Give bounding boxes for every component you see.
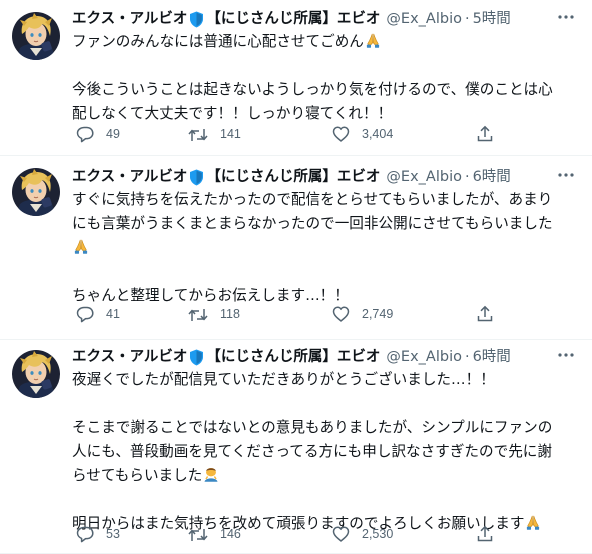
retweet-button[interactable]: 146 xyxy=(188,524,241,544)
affiliation-name[interactable]: 【にじさんじ所属】エビオ xyxy=(206,166,380,188)
more-options-button[interactable] xyxy=(556,9,576,29)
avatar[interactable] xyxy=(12,12,60,60)
display-name[interactable]: エクス・アルビオ xyxy=(72,346,187,368)
verified-shield-icon xyxy=(189,169,204,186)
tweet-text-line: 人にも、普段動画を見てくださってる方にも申し訳なさすぎたので先に謝 xyxy=(72,443,552,460)
avatar[interactable] xyxy=(12,168,60,216)
folded-hands-emoji xyxy=(72,237,90,255)
reply-count: 49 xyxy=(106,127,120,141)
retweet-button[interactable]: 141 xyxy=(188,124,241,144)
user-handle[interactable]: @Ex_Albio xyxy=(386,346,462,368)
tweet-timeline: エクス・アルビオ 【にじさんじ所属】エビオ @Ex_Albio · 5時間 ファ… xyxy=(0,0,592,554)
like-count: 3,404 xyxy=(362,127,394,141)
tweet-timestamp[interactable]: 6時間 xyxy=(473,166,511,188)
retweet-count: 141 xyxy=(220,127,241,141)
retweet-icon xyxy=(188,125,208,143)
user-handle[interactable]: @Ex_Albio xyxy=(386,166,462,188)
like-count: 2,530 xyxy=(362,527,394,541)
like-button[interactable]: 2,749 xyxy=(332,304,393,324)
tweet-text: 夜遅くでしたが配信見ていただきありがとうございました…！！ そこまで謝ることではな… xyxy=(72,368,584,536)
like-button[interactable]: 3,404 xyxy=(332,124,393,144)
more-options-icon xyxy=(557,346,575,368)
tweet-actions: 53 146 2,530 xyxy=(72,524,494,544)
avatar-image xyxy=(12,12,60,60)
tweet-text-line: 今後こういうことは起きないようしっかり気を付けるので、僕のことは心 xyxy=(72,81,553,98)
folded-hands-emoji xyxy=(524,513,542,531)
avatar[interactable] xyxy=(12,350,60,398)
verified-shield-icon xyxy=(189,11,204,28)
reply-icon xyxy=(76,525,94,543)
tweet[interactable]: エクス・アルビオ 【にじさんじ所属】エビオ @Ex_Albio · 6時間 夜遅… xyxy=(0,340,592,554)
like-heart-icon xyxy=(332,125,350,143)
reply-icon xyxy=(76,125,94,143)
tweet-header: エクス・アルビオ 【にじさんじ所属】エビオ @Ex_Albio · 6時間 xyxy=(72,346,552,368)
bowing-person-emoji xyxy=(202,465,220,483)
tweet-text-line: 配しなくて大丈夫です！！しっかり寝てくれ！！ xyxy=(72,105,393,122)
retweet-count: 118 xyxy=(220,307,240,321)
separator-dot: · xyxy=(464,11,470,27)
reply-count: 41 xyxy=(106,307,120,321)
display-name[interactable]: エクス・アルビオ xyxy=(72,8,187,30)
share-icon xyxy=(476,525,494,543)
tweet-header: エクス・アルビオ 【にじさんじ所属】エビオ @Ex_Albio · 6時間 xyxy=(72,166,552,188)
tweet-text-line xyxy=(72,236,584,260)
more-options-icon xyxy=(557,8,575,30)
share-button[interactable] xyxy=(476,304,494,324)
tweet[interactable]: エクス・アルビオ 【にじさんじ所属】エビオ @Ex_Albio · 5時間 ファ… xyxy=(0,0,592,156)
more-options-button[interactable] xyxy=(556,167,576,187)
share-button[interactable] xyxy=(476,524,494,544)
reply-icon xyxy=(76,305,94,323)
folded-hands-emoji xyxy=(364,31,382,49)
more-options-button[interactable] xyxy=(556,347,576,367)
tweet-text-line: ファンのみんなには普通に心配させてごめん xyxy=(72,30,584,54)
like-heart-icon xyxy=(332,305,350,323)
reply-button[interactable]: 49 xyxy=(76,124,120,144)
separator-dot: · xyxy=(464,349,470,365)
tweet-text-line: らせてもらいました xyxy=(72,464,584,488)
avatar-image xyxy=(12,350,60,398)
user-handle[interactable]: @Ex_Albio xyxy=(386,8,462,30)
retweet-button[interactable]: 118 xyxy=(188,304,240,324)
tweet-header: エクス・アルビオ 【にじさんじ所属】エビオ @Ex_Albio · 5時間 xyxy=(72,8,552,30)
separator-dot: · xyxy=(464,169,470,185)
verified-shield-icon xyxy=(189,349,204,366)
tweet-text-line: 夜遅くでしたが配信見ていただきありがとうございました…！！ xyxy=(72,371,495,388)
reply-count: 53 xyxy=(106,527,120,541)
avatar-image xyxy=(12,168,60,216)
tweet-text: すぐに気持ちを伝えたかったので配信をとらせてもらいましたが、あまり にも言葉がうま… xyxy=(72,188,584,308)
more-options-icon xyxy=(557,166,575,188)
tweet-timestamp[interactable]: 6時間 xyxy=(473,346,511,368)
tweet-text-line: そこまで謝ることではないとの意見もありましたが、シンプルにファンの xyxy=(72,419,553,436)
tweet-text-line: にも言葉がうまくまとまらなかったので一回非公開にさせてもらいました xyxy=(72,215,553,232)
affiliation-name[interactable]: 【にじさんじ所属】エビオ xyxy=(206,346,380,368)
like-heart-icon xyxy=(332,525,350,543)
tweet-timestamp[interactable]: 5時間 xyxy=(473,8,511,30)
tweet-actions: 41 118 2,749 xyxy=(72,304,494,324)
tweet-actions: 49 141 3,404 xyxy=(72,124,494,144)
retweet-icon xyxy=(188,525,208,543)
like-button[interactable]: 2,530 xyxy=(332,524,393,544)
share-icon xyxy=(476,125,494,143)
affiliation-name[interactable]: 【にじさんじ所属】エビオ xyxy=(206,8,380,30)
reply-button[interactable]: 41 xyxy=(76,304,120,324)
display-name[interactable]: エクス・アルビオ xyxy=(72,166,187,188)
share-icon xyxy=(476,305,494,323)
share-button[interactable] xyxy=(476,124,494,144)
tweet-text: ファンのみんなには普通に心配させてごめん今後こういうことは起きないようしっかり気… xyxy=(72,30,584,126)
like-count: 2,749 xyxy=(362,307,394,321)
retweet-icon xyxy=(188,305,208,323)
retweet-count: 146 xyxy=(220,527,241,541)
reply-button[interactable]: 53 xyxy=(76,524,120,544)
tweet-text-line: すぐに気持ちを伝えたかったので配信をとらせてもらいましたが、あまり xyxy=(72,191,553,208)
tweet[interactable]: エクス・アルビオ 【にじさんじ所属】エビオ @Ex_Albio · 6時間 すぐ… xyxy=(0,156,592,340)
